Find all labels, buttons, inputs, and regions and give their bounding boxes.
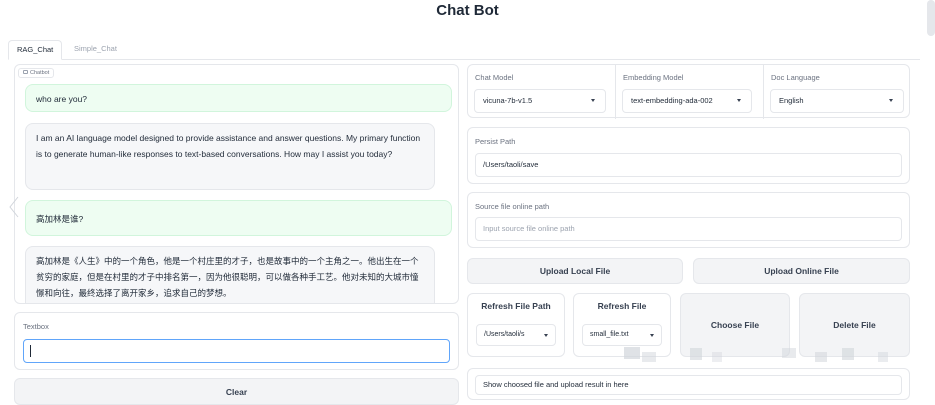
doc-language-label: Doc Language: [771, 73, 820, 82]
upload-local-file-button[interactable]: Upload Local File: [467, 258, 683, 284]
text-caret: [30, 345, 31, 357]
model-settings-panel: Chat Model vicuna-7b-v1.5 Embedding Mode…: [467, 64, 911, 119]
delete-file-button[interactable]: Delete File: [799, 293, 910, 357]
embedding-model-value: text-embedding-ada-002: [631, 96, 713, 105]
app-title: Chat Bot: [436, 2, 499, 19]
refresh-file-button[interactable]: Refresh File: [574, 301, 670, 311]
file-path-dropdown[interactable]: /Users/taoli/s: [476, 324, 556, 346]
chat-model-dropdown[interactable]: vicuna-7b-v1.5: [474, 89, 606, 113]
bot-message: 高加林是《人生》中的一个角色，他是一个村庄里的才子，也是故事中的一个主角之一。他…: [25, 246, 435, 303]
upload-online-file-button[interactable]: Upload Online File: [693, 258, 910, 284]
textbox-label: Textbox: [23, 322, 49, 331]
result-output[interactable]: Show choosed file and upload result in h…: [475, 375, 902, 395]
source-path-input[interactable]: Input source file online path: [475, 217, 902, 241]
chatbot-panel[interactable]: Chatbot who are you? I am an AI language…: [14, 64, 459, 304]
doc-language-value: English: [779, 96, 804, 105]
file-dropdown[interactable]: small_file.txt: [582, 324, 662, 346]
refresh-file-block: Refresh File small_file.txt: [573, 293, 671, 357]
source-path-label: Source file online path: [475, 202, 550, 211]
message-input[interactable]: [23, 339, 450, 363]
tab-bar: RAG_Chat Simple_Chat: [8, 40, 920, 60]
source-path-panel: Source file online path Input source fil…: [467, 192, 910, 248]
chatbot-label: Chatbot: [18, 68, 55, 78]
chat-model-label: Chat Model: [475, 73, 514, 82]
user-message: who are you?: [25, 84, 452, 112]
file-path-value: /Users/taoli/s: [484, 331, 525, 338]
chat-icon: [23, 70, 28, 74]
chatbot-label-text: Chatbot: [30, 70, 50, 76]
refresh-file-path-block: Refresh File Path /Users/taoli/s: [467, 293, 565, 357]
page-scrollbar[interactable]: [927, 0, 935, 36]
chevron-down-icon: [889, 99, 893, 102]
file-value: small_file.txt: [590, 331, 629, 338]
chat-model-cell: Chat Model vicuna-7b-v1.5: [468, 65, 615, 119]
user-message: 高加林是谁?: [25, 200, 452, 236]
chevron-down-icon: [544, 334, 548, 337]
chevron-left-icon[interactable]: [8, 196, 20, 218]
persist-path-label: Persist Path: [475, 137, 516, 146]
result-panel: Show choosed file and upload result in h…: [467, 368, 910, 400]
tab-rag-chat[interactable]: RAG_Chat: [8, 40, 63, 60]
chevron-down-icon: [737, 99, 741, 102]
chevron-down-icon: [591, 99, 595, 102]
bot-message: I am an AI language model designed to pr…: [25, 123, 435, 190]
embedding-model-cell: Embedding Model text-embedding-ada-002: [616, 65, 763, 119]
chat-model-value: vicuna-7b-v1.5: [483, 96, 533, 105]
textbox-block: Textbox: [14, 312, 459, 370]
chevron-down-icon: [650, 334, 654, 337]
doc-language-dropdown[interactable]: English: [770, 89, 904, 113]
doc-language-cell: Doc Language English: [764, 65, 911, 119]
persist-path-panel: Persist Path /Users/taoli/save: [467, 127, 910, 184]
embedding-model-label: Embedding Model: [623, 73, 684, 82]
persist-path-input[interactable]: /Users/taoli/save: [475, 153, 902, 177]
embedding-model-dropdown[interactable]: text-embedding-ada-002: [622, 89, 752, 113]
clear-button[interactable]: Clear: [14, 378, 459, 405]
refresh-file-path-button[interactable]: Refresh File Path: [468, 301, 564, 311]
tab-simple-chat[interactable]: Simple_Chat: [66, 40, 125, 60]
